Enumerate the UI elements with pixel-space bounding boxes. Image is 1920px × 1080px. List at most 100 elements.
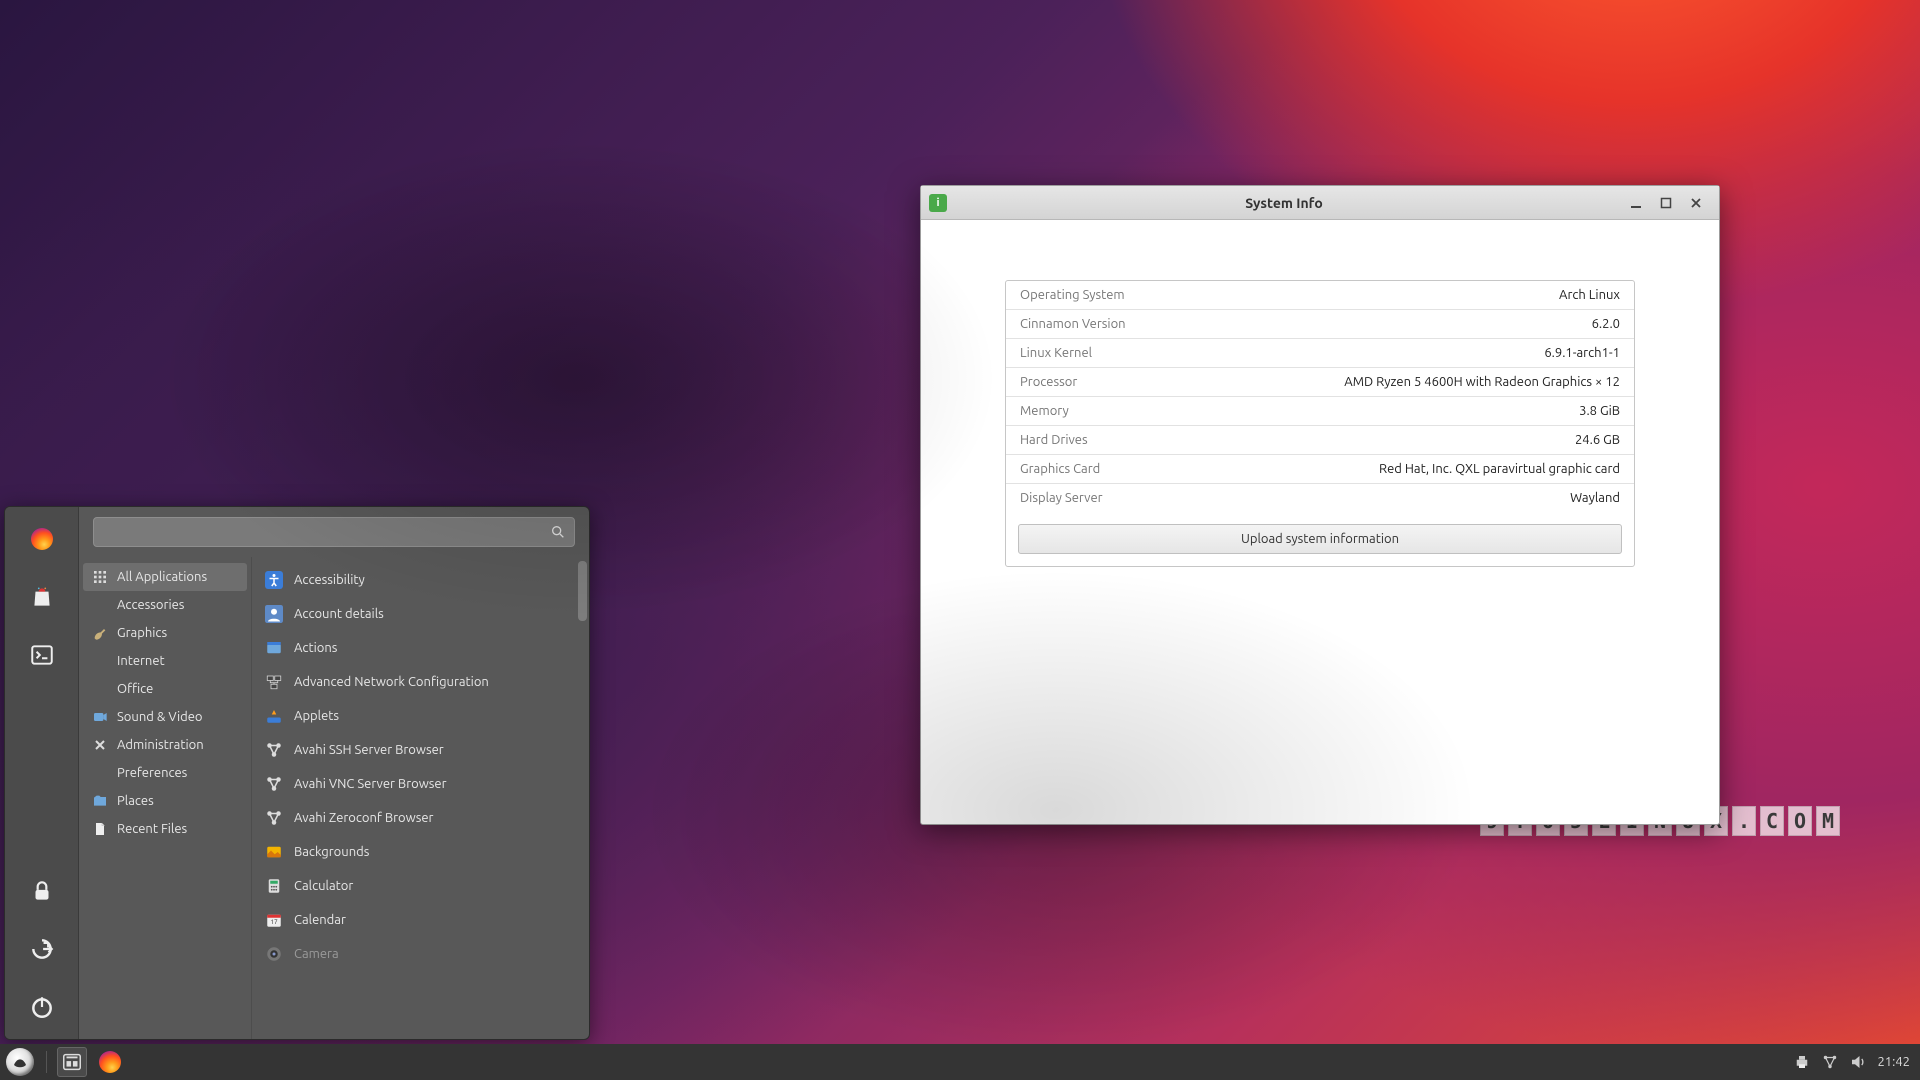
app-account-details[interactable]: Account details: [256, 597, 585, 631]
category-icon: [91, 624, 109, 642]
app-avahi-vnc-server-browser[interactable]: Avahi VNC Server Browser: [256, 767, 585, 801]
system-info-label: Hard Drives: [1020, 433, 1088, 447]
category-icon: [91, 680, 109, 698]
category-icon: [91, 736, 109, 754]
app-icon: [264, 672, 284, 692]
power-button[interactable]: [20, 985, 64, 1029]
tray-printer-icon[interactable]: [1793, 1053, 1811, 1071]
category-label: Sound & Video: [117, 710, 203, 724]
app-applets[interactable]: Applets: [256, 699, 585, 733]
category-preferences[interactable]: Preferences: [83, 759, 247, 787]
taskbar-item-files[interactable]: [57, 1047, 87, 1077]
app-icon: [264, 638, 284, 658]
category-graphics[interactable]: Graphics: [83, 619, 247, 647]
category-internet[interactable]: Internet: [83, 647, 247, 675]
app-label: Applets: [294, 709, 339, 723]
category-administration[interactable]: Administration: [83, 731, 247, 759]
system-info-row: Graphics CardRed Hat, Inc. QXL paravirtu…: [1006, 455, 1634, 484]
system-info-window: i System Info Operating SystemArch Linux…: [920, 185, 1720, 825]
app-advanced-network-configuration[interactable]: Advanced Network Configuration: [256, 665, 585, 699]
taskbar-item-firefox[interactable]: [95, 1047, 125, 1077]
app-icon: [264, 774, 284, 794]
system-info-row: Linux Kernel6.9.1-arch1-1: [1006, 339, 1634, 368]
app-calculator[interactable]: Calculator: [256, 869, 585, 903]
app-accessibility[interactable]: Accessibility: [256, 563, 585, 597]
system-tray: 21:42: [1783, 1053, 1920, 1071]
tray-network-icon[interactable]: [1821, 1053, 1839, 1071]
app-backgrounds[interactable]: Backgrounds: [256, 835, 585, 869]
app-label: Advanced Network Configuration: [294, 675, 489, 689]
logout-button[interactable]: [20, 927, 64, 971]
app-camera[interactable]: Camera: [256, 937, 585, 971]
system-info-app-icon: i: [929, 194, 947, 212]
application-list: Accessibility Account details Actions Advan…: [251, 557, 589, 1039]
menu-search-input[interactable]: [102, 525, 544, 540]
category-label: Administration: [117, 738, 204, 752]
system-info-row: Cinnamon Version6.2.0: [1006, 310, 1634, 339]
app-icon: [264, 706, 284, 726]
app-label: Camera: [294, 947, 339, 961]
app-icon: [264, 570, 284, 590]
start-button[interactable]: [6, 1048, 34, 1076]
category-label: Places: [117, 794, 154, 808]
app-icon: [264, 604, 284, 624]
app-label: Backgrounds: [294, 845, 369, 859]
terminal-icon: [29, 642, 55, 668]
window-close-button[interactable]: [1681, 192, 1711, 214]
lock-button[interactable]: [20, 869, 64, 913]
category-icon: [91, 708, 109, 726]
application-menu: All ApplicationsAccessoriesGraphics Inter…: [4, 506, 590, 1040]
shopping-bag-icon: [29, 584, 55, 610]
system-info-label: Graphics Card: [1020, 462, 1100, 476]
system-info-card: Operating SystemArch LinuxCinnamon Versi…: [1005, 280, 1635, 567]
category-icon: [91, 596, 109, 614]
favorite-terminal[interactable]: [20, 633, 64, 677]
app-actions[interactable]: Actions: [256, 631, 585, 665]
app-icon: [264, 740, 284, 760]
app-label: Calculator: [294, 879, 353, 893]
system-info-row: Memory3.8 GiB: [1006, 397, 1634, 426]
logout-icon: [29, 936, 55, 962]
system-info-label: Memory: [1020, 404, 1069, 418]
category-recent-files[interactable]: Recent Files: [83, 815, 247, 843]
favorite-software[interactable]: [20, 575, 64, 619]
app-label: Account details: [294, 607, 384, 621]
app-icon: [264, 944, 284, 964]
app-label: Avahi VNC Server Browser: [294, 777, 447, 791]
system-info-value: 24.6 GB: [1575, 433, 1620, 447]
app-icon: [264, 842, 284, 862]
application-list-scrollbar[interactable]: [578, 561, 587, 621]
category-accessories[interactable]: Accessories: [83, 591, 247, 619]
window-titlebar[interactable]: i System Info: [921, 186, 1719, 220]
taskbar-separator: [46, 1051, 47, 1073]
menu-search[interactable]: [93, 517, 575, 547]
category-label: Office: [117, 682, 153, 696]
app-avahi-zeroconf-browser[interactable]: Avahi Zeroconf Browser: [256, 801, 585, 835]
category-icon: [91, 792, 109, 810]
favorites-column: [5, 507, 79, 1039]
category-places[interactable]: Places: [83, 787, 247, 815]
app-avahi-ssh-server-browser[interactable]: Avahi SSH Server Browser: [256, 733, 585, 767]
system-info-label: Processor: [1020, 375, 1077, 389]
category-sound-video[interactable]: Sound & Video: [83, 703, 247, 731]
app-calendar[interactable]: 17Calendar: [256, 903, 585, 937]
category-office[interactable]: Office: [83, 675, 247, 703]
system-info-label: Operating System: [1020, 288, 1125, 302]
tray-volume-icon[interactable]: [1849, 1053, 1867, 1071]
window-maximize-button[interactable]: [1651, 192, 1681, 214]
file-manager-icon: [61, 1051, 83, 1073]
window-minimize-button[interactable]: [1621, 192, 1651, 214]
category-label: Preferences: [117, 766, 187, 780]
app-icon: 17: [264, 910, 284, 930]
category-all-applications[interactable]: All Applications: [83, 563, 247, 591]
system-info-row: Hard Drives 24.6 GB: [1006, 426, 1634, 455]
app-label: Actions: [294, 641, 337, 655]
category-icon: [91, 820, 109, 838]
upload-system-info-button[interactable]: Upload system information: [1018, 524, 1622, 554]
category-label: Internet: [117, 654, 165, 668]
app-icon: [264, 876, 284, 896]
favorite-firefox[interactable]: [20, 517, 64, 561]
taskbar-clock[interactable]: 21:42: [1877, 1055, 1910, 1069]
firefox-icon: [99, 1051, 121, 1073]
category-list: All ApplicationsAccessoriesGraphics Inter…: [79, 557, 251, 1039]
